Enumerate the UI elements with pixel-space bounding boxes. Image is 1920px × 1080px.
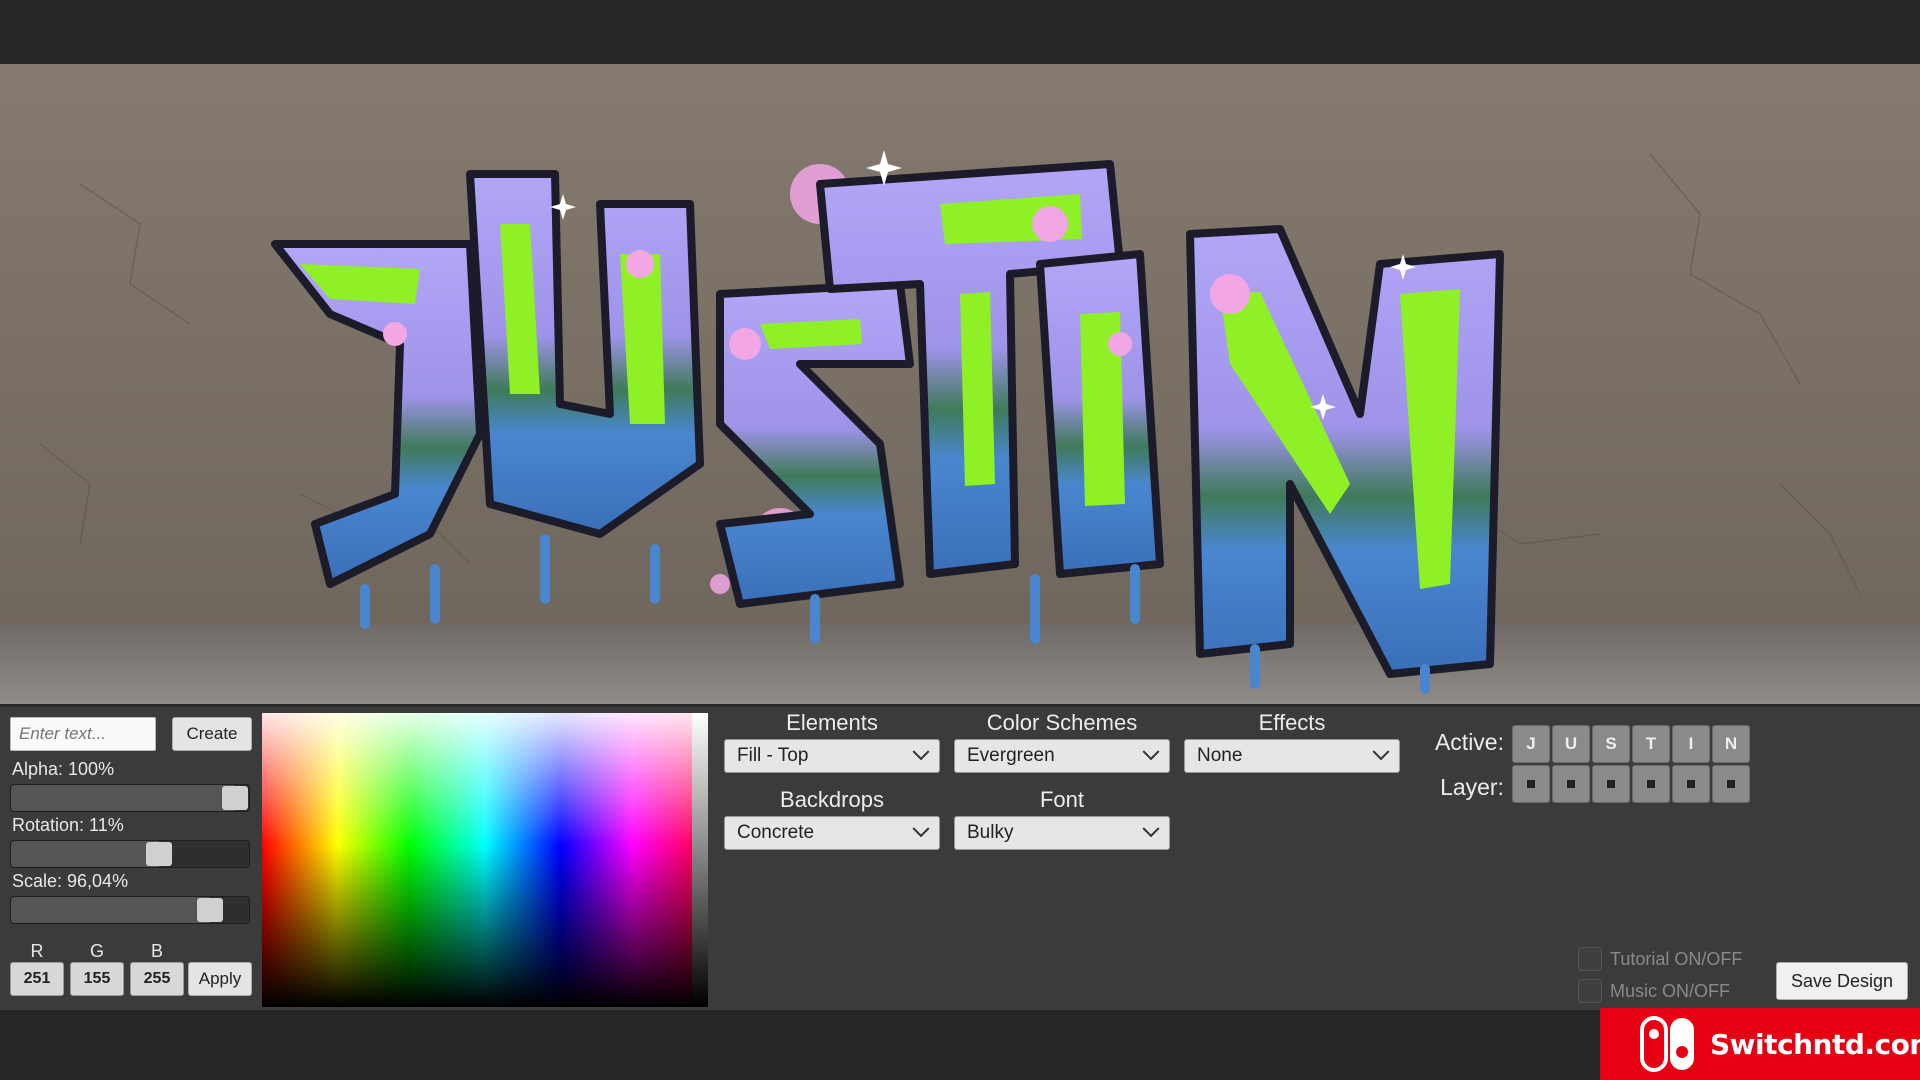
chevron-down-icon — [1372, 743, 1390, 761]
r-label: R — [30, 941, 44, 961]
layer-square-icon — [1647, 780, 1655, 788]
alpha-slider-fill — [11, 785, 235, 811]
b-label: B — [150, 941, 163, 961]
chevron-down-icon — [912, 820, 930, 838]
layer-button[interactable] — [1552, 765, 1590, 803]
scale-slider-handle[interactable] — [196, 898, 223, 922]
effects-dropdown[interactable]: None — [1184, 739, 1400, 773]
alpha-label: Alpha: 100% — [12, 759, 115, 779]
rotation-slider[interactable] — [10, 840, 250, 868]
picker-black-layer — [262, 713, 708, 1007]
chevron-down-icon — [912, 743, 930, 761]
save-design-button[interactable]: Save Design — [1776, 962, 1908, 1000]
layer-square-icon — [1727, 780, 1735, 788]
g-value-field[interactable]: 155 — [70, 962, 124, 996]
watermark-text: Switchntd.com — [1710, 1027, 1920, 1061]
music-toggle[interactable]: Music ON/OFF — [1578, 979, 1730, 1003]
music-toggle-label: Music ON/OFF — [1610, 980, 1730, 1001]
tutorial-toggle-label: Tutorial ON/OFF — [1610, 948, 1743, 969]
create-button[interactable]: Create — [172, 717, 252, 751]
switch-logo-icon — [1638, 1014, 1698, 1074]
r-value-field[interactable]: 251 — [10, 962, 64, 996]
rotation-slider-handle[interactable] — [146, 842, 173, 866]
active-letter-button[interactable]: N — [1712, 725, 1750, 763]
font-label: Font — [1039, 787, 1085, 812]
effects-dropdown-value: None — [1197, 745, 1243, 766]
active-letter-button[interactable]: J — [1512, 725, 1550, 763]
layer-button[interactable] — [1592, 765, 1630, 803]
rotation-label: Rotation: 11% — [12, 815, 124, 835]
watermark-banner: Switchntd.com — [1600, 1008, 1920, 1080]
backdrops-dropdown-value: Concrete — [737, 822, 815, 843]
active-letter-button[interactable]: U — [1552, 725, 1590, 763]
layer-button[interactable] — [1632, 765, 1670, 803]
chevron-down-icon — [1142, 820, 1160, 838]
ground — [0, 624, 1920, 704]
elements-label: Elements — [786, 710, 878, 735]
layer-button[interactable] — [1512, 765, 1550, 803]
color-schemes-label: Color Schemes — [986, 710, 1138, 735]
picker-gray-strip[interactable] — [692, 713, 708, 1007]
graffiti-canvas — [0, 64, 1920, 704]
b-value-field[interactable]: 255 — [130, 962, 184, 996]
alpha-slider[interactable] — [10, 784, 250, 812]
top-bar — [0, 0, 1920, 64]
tutorial-checkbox[interactable] — [1578, 947, 1602, 971]
color-schemes-dropdown-value: Evergreen — [967, 745, 1055, 766]
layer-button[interactable] — [1712, 765, 1750, 803]
chevron-down-icon — [1142, 743, 1160, 761]
layer-label: Layer: — [1440, 774, 1504, 800]
layer-square-icon — [1607, 780, 1615, 788]
layer-button[interactable] — [1672, 765, 1710, 803]
active-letter-button[interactable]: I — [1672, 725, 1710, 763]
elements-dropdown-value: Fill - Top — [737, 745, 809, 766]
color-schemes-dropdown[interactable]: Evergreen — [954, 739, 1170, 773]
alpha-slider-handle[interactable] — [222, 786, 248, 810]
font-dropdown-value: Bulky — [967, 822, 1014, 843]
active-label: Active: — [1434, 729, 1504, 755]
backdrops-label: Backdrops — [780, 787, 884, 812]
g-label: G — [89, 941, 104, 961]
layer-square-icon — [1687, 780, 1695, 788]
backdrops-dropdown[interactable]: Concrete — [724, 816, 940, 850]
font-dropdown[interactable]: Bulky — [954, 816, 1170, 850]
active-letter-button[interactable]: S — [1592, 725, 1630, 763]
layer-square-icon — [1527, 780, 1535, 788]
music-checkbox[interactable] — [1578, 979, 1602, 1003]
editor-panel: Create Alpha: 100% Rotation: 11% Scale: … — [0, 705, 1920, 1012]
tutorial-toggle[interactable]: Tutorial ON/OFF — [1578, 947, 1742, 971]
scale-slider-fill — [11, 897, 210, 923]
rotation-slider-fill — [11, 841, 160, 867]
layer-square-icon — [1567, 780, 1575, 788]
scale-label: Scale: 96,04% — [12, 871, 129, 891]
effects-label: Effects — [1258, 710, 1326, 735]
color-picker[interactable] — [262, 713, 708, 1007]
active-letter-button[interactable]: T — [1632, 725, 1670, 763]
scale-slider[interactable] — [10, 896, 250, 924]
elements-dropdown[interactable]: Fill - Top — [724, 739, 940, 773]
text-input[interactable] — [10, 717, 156, 751]
apply-button[interactable]: Apply — [188, 962, 252, 996]
